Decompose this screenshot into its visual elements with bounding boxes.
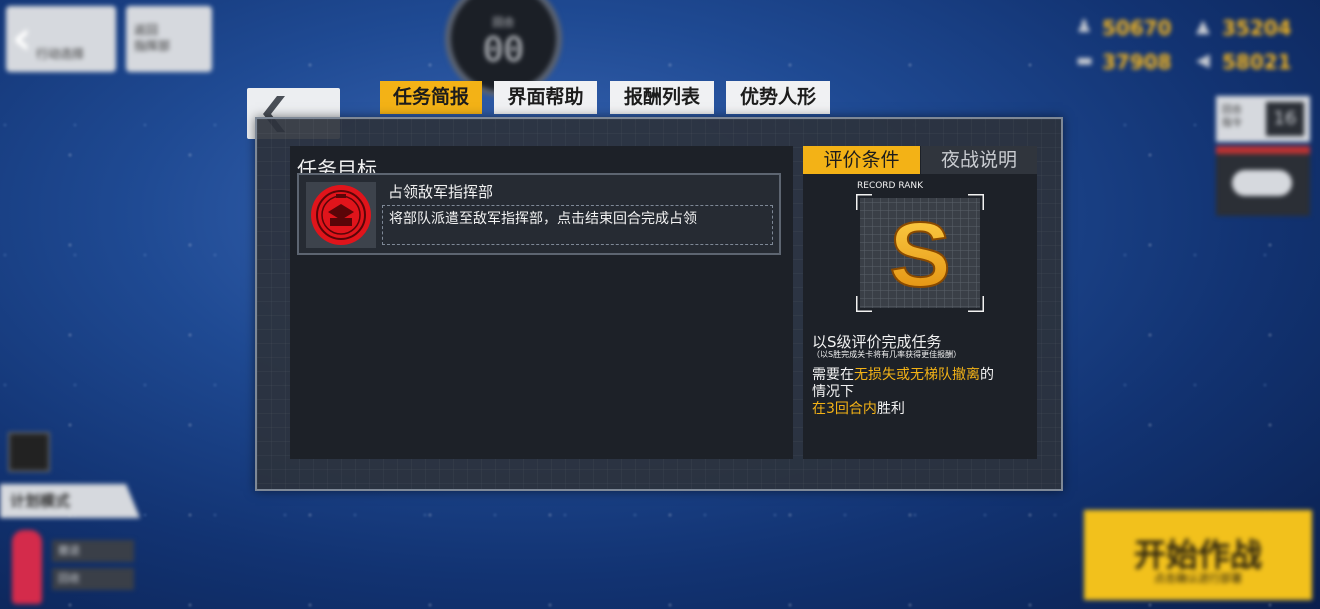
eye-button[interactable] (8, 432, 50, 472)
left-action-buttons: 撤退 回收 (52, 540, 134, 596)
hud-hq-button[interactable]: 返回 指挥部 (126, 6, 212, 72)
turn-command-stat: 回合 指令 16 (1216, 96, 1310, 142)
rank-letter: S (889, 204, 950, 306)
ammo-icon: ▲ (1196, 16, 1210, 37)
tab-evaluation-criteria[interactable]: 评价条件 (803, 146, 920, 174)
recover-button[interactable]: 回收 (52, 568, 134, 590)
evaluation-subtitle: （以S胜完成关卡将有几率获得更佳报酬） (812, 350, 962, 359)
evaluation-condition-3: 在3回合内胜利 (812, 401, 905, 417)
tab-night-battle-info[interactable]: 夜战说明 (921, 146, 1037, 174)
turn-number: 00 (483, 30, 524, 70)
objective-badge (306, 182, 376, 248)
manpower-icon: ♟ (1076, 16, 1093, 37)
echelon-icon[interactable] (12, 530, 42, 604)
hud-hq-label: 返回 指挥部 (134, 23, 171, 53)
turn-command-value: 16 (1266, 102, 1304, 136)
chevron-left-icon: ‹ (12, 10, 32, 66)
auto-toggle[interactable] (1216, 146, 1310, 216)
tab-reward-list[interactable]: 报酬列表 (610, 81, 714, 114)
ration-value: 37908 (1102, 50, 1172, 74)
objective-name: 占领敌军指挥部 (388, 183, 494, 201)
start-battle-button[interactable]: 开始作战 点击确认进行部署 (1084, 510, 1312, 600)
hq-emblem-icon (311, 185, 371, 245)
start-battle-sublabel: 点击确认进行部署 (1154, 572, 1242, 585)
toggle-knob (1232, 170, 1292, 196)
parts-value: 58021 (1222, 50, 1292, 74)
ammo-value: 35204 (1222, 16, 1292, 40)
turn-label: 回合 (492, 16, 515, 29)
tab-advantaged-dolls[interactable]: 优势人形 (726, 81, 830, 114)
plan-mode-button[interactable]: 计划模式 (0, 484, 140, 518)
tab-interface-help[interactable]: 界面帮助 (494, 81, 597, 114)
record-rank-label: RECORD RANK (857, 181, 924, 191)
manpower-value: 50670 (1102, 16, 1172, 40)
record-rank-box: S (854, 192, 986, 314)
hud-back-button[interactable]: ‹ 行动选择 (6, 6, 116, 72)
hud-back-label: 行动选择 (36, 47, 85, 61)
plan-mode-label: 计划模式 (10, 492, 71, 510)
retreat-button[interactable]: 撤退 (52, 540, 134, 562)
resource-bar: ♟ 50670 ▲ 35204 ▬ 37908 ◀ 58021 (1076, 14, 1306, 78)
parts-icon: ◀ (1196, 50, 1210, 71)
objective-description: 将部队派遣至敌军指挥部，点击结束回合完成占领 (382, 205, 773, 245)
tab-mission-briefing[interactable]: 任务简报 (380, 81, 482, 114)
ration-icon: ▬ (1076, 50, 1094, 71)
